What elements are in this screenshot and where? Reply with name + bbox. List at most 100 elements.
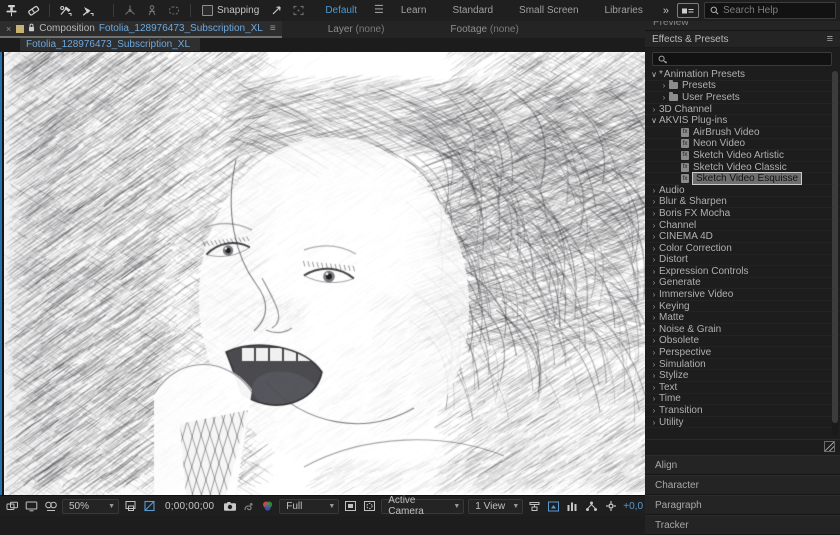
chevron-right-icon[interactable]: ›: [649, 197, 659, 206]
eraser-tool-icon[interactable]: [22, 0, 44, 21]
camera-select[interactable]: Active Camera ▼: [381, 499, 464, 514]
workspace-tab-standard[interactable]: Standard: [439, 0, 506, 21]
transparency-grid-icon[interactable]: [140, 496, 159, 517]
effects-tree-item[interactable]: ›Color Correction: [645, 243, 840, 255]
chevron-right-icon[interactable]: ›: [649, 302, 659, 311]
chevron-right-icon[interactable]: ›: [649, 267, 659, 276]
chevron-right-icon[interactable]: ›: [649, 394, 659, 403]
composition-viewer[interactable]: [0, 52, 645, 495]
chevron-right-icon[interactable]: ›: [659, 93, 669, 102]
workspace-tab-libraries[interactable]: Libraries: [592, 0, 656, 21]
effects-tree-item[interactable]: ›Stylize: [645, 370, 840, 382]
unified-camera-tool-icon[interactable]: [119, 0, 141, 21]
effects-tree-item[interactable]: ›Distort: [645, 255, 840, 267]
effects-tree-item[interactable]: ∨*Animation Presets: [645, 69, 840, 81]
effects-tree-item[interactable]: ›Immersive Video: [645, 289, 840, 301]
effects-tree-item[interactable]: fxSketch Video Classic: [645, 162, 840, 174]
roto-brush-tool-icon[interactable]: [55, 0, 77, 21]
workspace-tab-learn[interactable]: Learn: [388, 0, 440, 21]
chevron-right-icon[interactable]: ›: [649, 383, 659, 392]
snap-arrow-icon[interactable]: [265, 0, 287, 21]
effects-tree-item[interactable]: fxSketch Video Esquisse: [645, 173, 840, 185]
dual-monitor-icon[interactable]: [41, 496, 60, 517]
effects-presets-header[interactable]: Effects & Presets ≡: [645, 31, 840, 48]
effects-tree-item[interactable]: ›Expression Controls: [645, 266, 840, 278]
show-snapshot-icon[interactable]: [239, 496, 258, 517]
effects-tree-item[interactable]: ›Text: [645, 382, 840, 394]
effects-search-input[interactable]: [652, 52, 832, 66]
anchor-point-tool-icon[interactable]: [141, 0, 163, 21]
always-preview-icon[interactable]: [3, 496, 22, 517]
collapsed-panel-align[interactable]: Align: [645, 455, 840, 475]
collapsed-panel-character[interactable]: Character: [645, 475, 840, 495]
effects-tree-item[interactable]: ›Time: [645, 394, 840, 406]
effects-tree-item[interactable]: ›User Presets: [645, 92, 840, 104]
chevron-right-icon[interactable]: ›: [649, 105, 659, 114]
effects-tree-item[interactable]: ›Presets: [645, 81, 840, 93]
effects-tree-item[interactable]: ›Channel: [645, 220, 840, 232]
chevron-down-icon[interactable]: ∨: [649, 70, 659, 79]
snapshot-icon[interactable]: [220, 496, 239, 517]
composition-name-chip[interactable]: Fotolia_128976473_Subscription_XL: [20, 38, 200, 51]
effects-tree-item[interactable]: ›Perspective: [645, 347, 840, 359]
resize-grip-icon[interactable]: [824, 441, 835, 452]
timeline-icon[interactable]: [563, 496, 582, 517]
exposure-value[interactable]: +0,0: [623, 501, 643, 512]
effects-tree-item[interactable]: fxAirBrush Video: [645, 127, 840, 139]
chevron-right-icon[interactable]: ›: [649, 209, 659, 218]
comp-flowchart-icon[interactable]: [582, 496, 601, 517]
clone-stamp-tool-icon[interactable]: [0, 0, 22, 21]
effects-scrollbar[interactable]: [832, 71, 838, 435]
close-icon[interactable]: ×: [6, 24, 11, 34]
pixel-aspect-icon[interactable]: [544, 496, 563, 517]
chevron-right-icon[interactable]: ›: [649, 278, 659, 287]
composition-canvas[interactable]: [4, 52, 645, 495]
main-view-icon[interactable]: [22, 496, 41, 517]
chevron-right-icon[interactable]: ›: [649, 371, 659, 380]
effects-tree-item[interactable]: ›Simulation: [645, 359, 840, 371]
chevron-right-icon[interactable]: ›: [649, 360, 659, 369]
effects-tree-item[interactable]: ›3D Channel: [645, 104, 840, 116]
snapping-toggle[interactable]: Snapping: [200, 5, 261, 16]
effects-tree-item[interactable]: ›Generate: [645, 278, 840, 290]
region-of-interest-icon[interactable]: [341, 496, 360, 517]
chevron-right-icon[interactable]: ›: [649, 406, 659, 415]
collapsed-panel-paragraph[interactable]: Paragraph: [645, 495, 840, 515]
effects-tree-item[interactable]: ›Obsolete: [645, 336, 840, 348]
shape-tool-icon[interactable]: [163, 0, 185, 21]
chevron-right-icon[interactable]: ›: [649, 186, 659, 195]
sync-settings-icon[interactable]: [677, 3, 699, 18]
effects-tree-item[interactable]: ›Noise & Grain: [645, 324, 840, 336]
effects-tree-item[interactable]: ›Boris FX Mocha: [645, 208, 840, 220]
effects-presets-tree[interactable]: ∨*Animation Presets›Presets›User Presets…: [645, 69, 840, 439]
share-view-icon[interactable]: [525, 496, 544, 517]
effects-tree-item[interactable]: ›Keying: [645, 301, 840, 313]
view-layout-select[interactable]: 1 View ▼: [468, 499, 523, 514]
chevron-right-icon[interactable]: ›: [659, 81, 669, 90]
effects-tree-item[interactable]: ›Transition: [645, 405, 840, 417]
chevron-right-icon[interactable]: ›: [649, 244, 659, 253]
chevron-right-icon[interactable]: ›: [649, 348, 659, 357]
chevron-right-icon[interactable]: ›: [649, 221, 659, 230]
toggle-masks-icon[interactable]: [360, 496, 379, 517]
effects-tree-item[interactable]: ∨AKVIS Plug-ins: [645, 115, 840, 127]
workspace-overflow-icon[interactable]: »: [656, 5, 675, 17]
tab-layer[interactable]: Layer (none): [316, 21, 397, 38]
resolution-select[interactable]: Full ▼: [279, 499, 339, 514]
chevron-right-icon[interactable]: ›: [649, 325, 659, 334]
snapping-checkbox[interactable]: [202, 5, 213, 16]
snap-bounds-icon[interactable]: [287, 0, 309, 21]
workspace-tab-small-screen[interactable]: Small Screen: [506, 0, 591, 21]
workspace-tab-default[interactable]: Default: [312, 0, 370, 21]
current-timecode[interactable]: 0;00;00;00: [159, 501, 220, 512]
chevron-right-icon[interactable]: ›: [649, 290, 659, 299]
tab-footage[interactable]: Footage (none): [438, 21, 530, 38]
preview-panel-tab[interactable]: Preview: [645, 21, 840, 31]
chevron-down-icon[interactable]: ∨: [649, 116, 659, 125]
chevron-right-icon[interactable]: ›: [649, 255, 659, 264]
channel-rgb-icon[interactable]: [258, 496, 277, 517]
effects-tree-item[interactable]: ›Utility: [645, 417, 840, 429]
effects-tree-item[interactable]: ›CINEMA 4D: [645, 231, 840, 243]
effects-tree-item[interactable]: fxNeon Video: [645, 139, 840, 151]
effects-panel-menu-icon[interactable]: ≡: [827, 33, 833, 45]
